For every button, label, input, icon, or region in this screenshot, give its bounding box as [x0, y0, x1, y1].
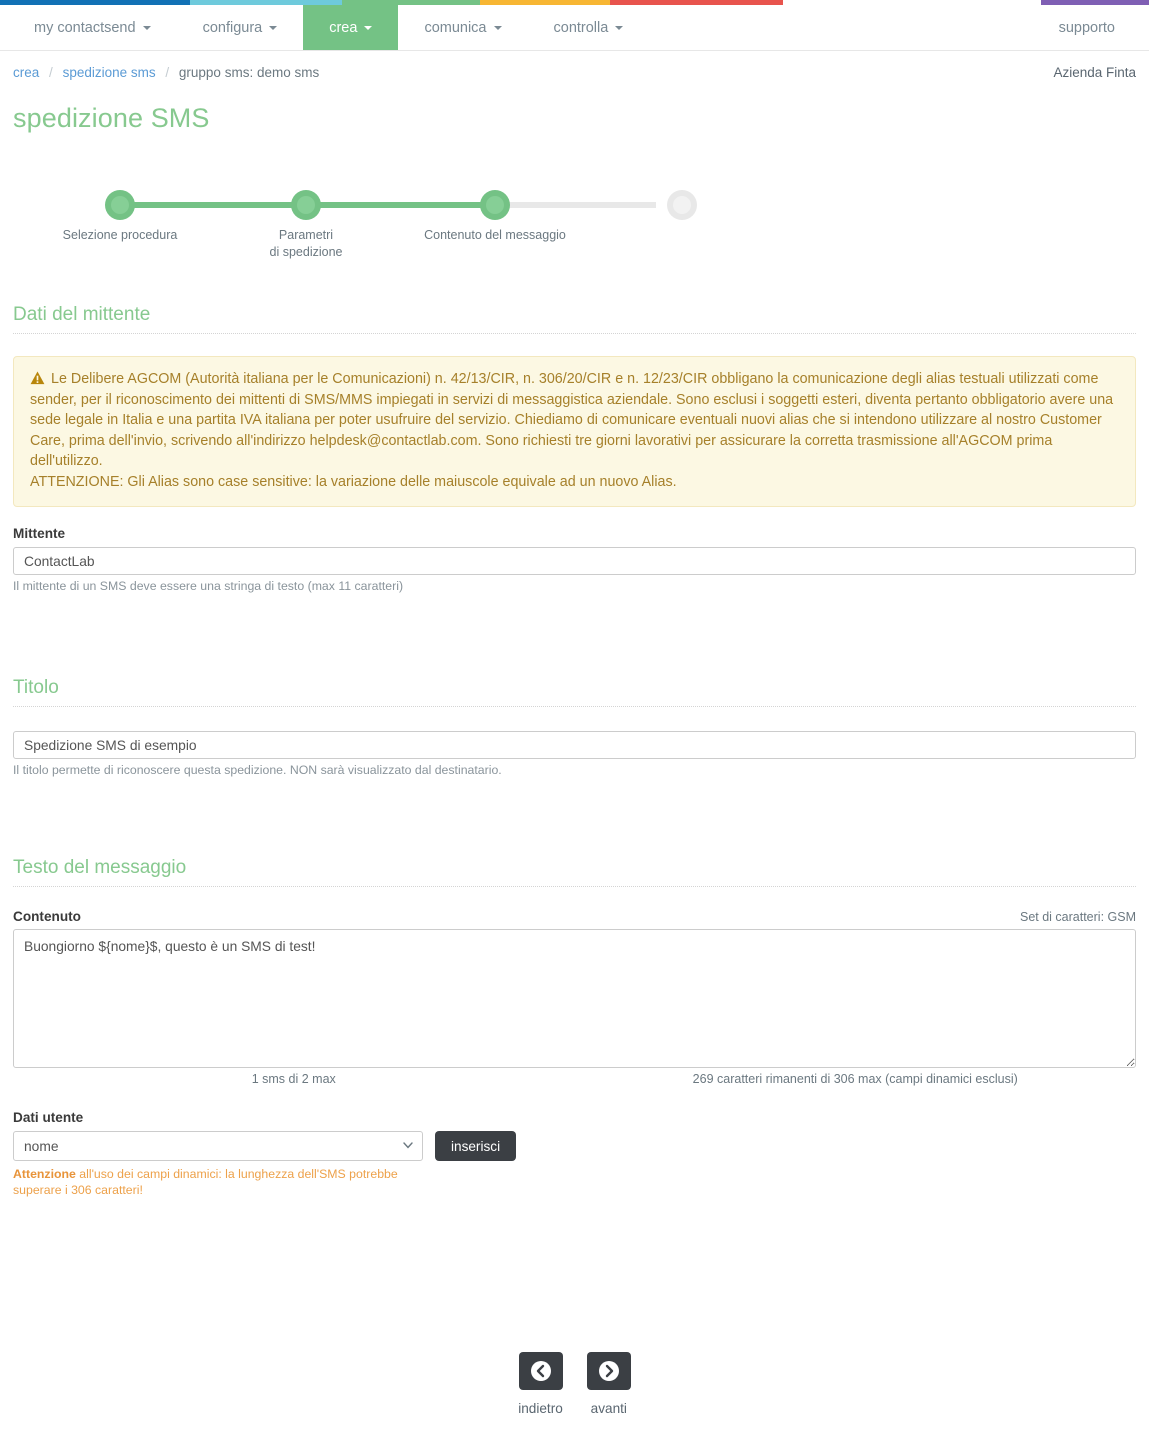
section-heading-testo-del-messaggio: Testo del messaggio	[13, 857, 1136, 887]
mittente-input[interactable]	[13, 547, 1136, 575]
chevron-down-icon	[142, 25, 151, 30]
nav-item-label: configura	[202, 19, 263, 36]
dati-utente-row: nome inserisci	[13, 1131, 1136, 1161]
contenuto-counters: 1 sms di 2 max 269 caratteri rimanenti d…	[13, 1072, 1136, 1086]
dati-utente-warning: Attenzione all'uso dei campi dinamici: l…	[13, 1166, 425, 1198]
chevron-down-icon	[493, 25, 502, 30]
company-name: Azienda Finta	[1053, 65, 1136, 80]
stepper-label-2-line2: di spedizione	[269, 245, 343, 259]
titolo-help-text: Il titolo permette di riconoscere questa…	[13, 763, 502, 777]
alert-paragraph-2: ATTENZIONE: Gli Alias sono case sensitiv…	[30, 473, 677, 490]
avanti-button[interactable]	[586, 1352, 631, 1390]
dati-utente-label: Dati utente	[13, 1110, 84, 1125]
breadcrumb-separator: /	[165, 65, 170, 80]
inserisci-button[interactable]: inserisci	[435, 1131, 517, 1161]
dati-utente-warning-bold: Attenzione	[13, 1167, 76, 1181]
spacer-titolo	[13, 593, 1136, 649]
chevron-left-circle-icon	[530, 1361, 551, 1381]
indietro-label: indietro	[518, 1401, 563, 1416]
dati-utente-group: Dati utente nome inserisci Attenzione al…	[13, 1110, 1136, 1198]
indietro-button[interactable]	[518, 1352, 563, 1390]
stepper-label-2-line1: Parametri	[278, 228, 334, 242]
dati-utente-select-wrap: nome	[13, 1131, 423, 1161]
nav-item-controlla[interactable]: controlla	[528, 5, 650, 50]
stepper-dot-3[interactable]	[480, 190, 510, 220]
contenuto-field-group: Contenuto Set di caratteri: GSM Buongior…	[13, 909, 1136, 1086]
nav-item-label: comunica	[424, 19, 487, 36]
breadcrumb-link-crea[interactable]: crea	[13, 65, 39, 80]
section-heading-titolo: Titolo	[13, 677, 1136, 707]
stepper-dot-2[interactable]	[291, 190, 321, 220]
nav-item-label: controlla	[553, 19, 609, 36]
section-heading-dati-del-mittente: Dati del mittente	[13, 304, 1136, 334]
chevron-down-icon	[364, 25, 373, 30]
titolo-input[interactable]	[13, 731, 1136, 759]
back-nav-group: indietro	[518, 1352, 563, 1416]
nav-item-supporto[interactable]: supporto	[1033, 5, 1149, 50]
spacer-testo	[13, 777, 1136, 829]
contenuto-textarea[interactable]: Buongiorno ${nome}$, questo è un SMS di …	[13, 929, 1136, 1068]
progress-stepper: Selezione procedura Parametri di spedizi…	[13, 176, 1136, 261]
nav-item-my-contactsend[interactable]: my contactsend	[0, 5, 177, 50]
chevron-down-icon	[615, 25, 624, 30]
stepper-label-2: Parametri di spedizione	[221, 227, 391, 261]
next-nav-group: avanti	[586, 1352, 631, 1416]
chars-remaining-text: 269 caratteri rimanenti di 306 max (camp…	[692, 1072, 1018, 1086]
mittente-help-text: Il mittente di un SMS deve essere una st…	[13, 579, 404, 593]
avanti-label: avanti	[590, 1401, 627, 1416]
chevron-right-circle-icon	[598, 1361, 619, 1381]
breadcrumb-link-spedizione-sms[interactable]: spedizione sms	[63, 65, 156, 80]
stepper-dot-1[interactable]	[105, 190, 135, 220]
bottom-navigation: indietro avanti	[0, 1352, 1149, 1416]
breadcrumb-current: gruppo sms: demo sms	[178, 65, 320, 80]
mittente-label: Mittente	[13, 526, 66, 541]
breadcrumb-row: crea / spedizione sms / gruppo sms: demo…	[13, 51, 1136, 80]
mittente-field-group: Mittente Il mittente di un SMS deve esse…	[13, 526, 1136, 593]
main-navigation: my contactsend configura crea comunica c…	[0, 5, 1149, 51]
page-container: crea / spedizione sms / gruppo sms: demo…	[0, 51, 1149, 1198]
sms-count-text: 1 sms di 2 max	[251, 1072, 336, 1086]
breadcrumb-separator: /	[49, 65, 53, 80]
alert-text-1: Le Delibere AGCOM (Autorità italiana per…	[30, 371, 1114, 469]
nav-item-label: supporto	[1058, 19, 1115, 36]
warning-triangle-icon	[30, 371, 45, 385]
chevron-down-icon	[269, 25, 278, 30]
stepper-label-1: Selezione procedura	[62, 228, 178, 242]
charset-note: Set di caratteri: GSM	[1019, 910, 1136, 924]
nav-item-comunica[interactable]: comunica	[398, 5, 527, 50]
stepper-dot-4[interactable]	[667, 190, 697, 220]
contenuto-label: Contenuto	[13, 909, 81, 924]
nav-item-crea[interactable]: crea	[303, 5, 399, 50]
nav-item-label: my contactsend	[34, 19, 136, 36]
nav-item-label: crea	[329, 19, 358, 36]
page-title: spedizione SMS	[13, 103, 210, 133]
contenuto-label-row: Contenuto Set di caratteri: GSM	[13, 909, 1136, 929]
agcom-alert-box: Le Delibere AGCOM (Autorità italiana per…	[13, 356, 1136, 507]
breadcrumb: crea / spedizione sms / gruppo sms: demo…	[13, 65, 319, 80]
stepper-label-3: Contenuto del messaggio	[424, 228, 566, 242]
dati-utente-select[interactable]: nome	[13, 1131, 423, 1161]
titolo-field-group: Il titolo permette di riconoscere questa…	[13, 731, 1136, 777]
alert-paragraph-1: Le Delibere AGCOM (Autorità italiana per…	[30, 369, 1119, 472]
nav-item-configura[interactable]: configura	[177, 5, 304, 50]
